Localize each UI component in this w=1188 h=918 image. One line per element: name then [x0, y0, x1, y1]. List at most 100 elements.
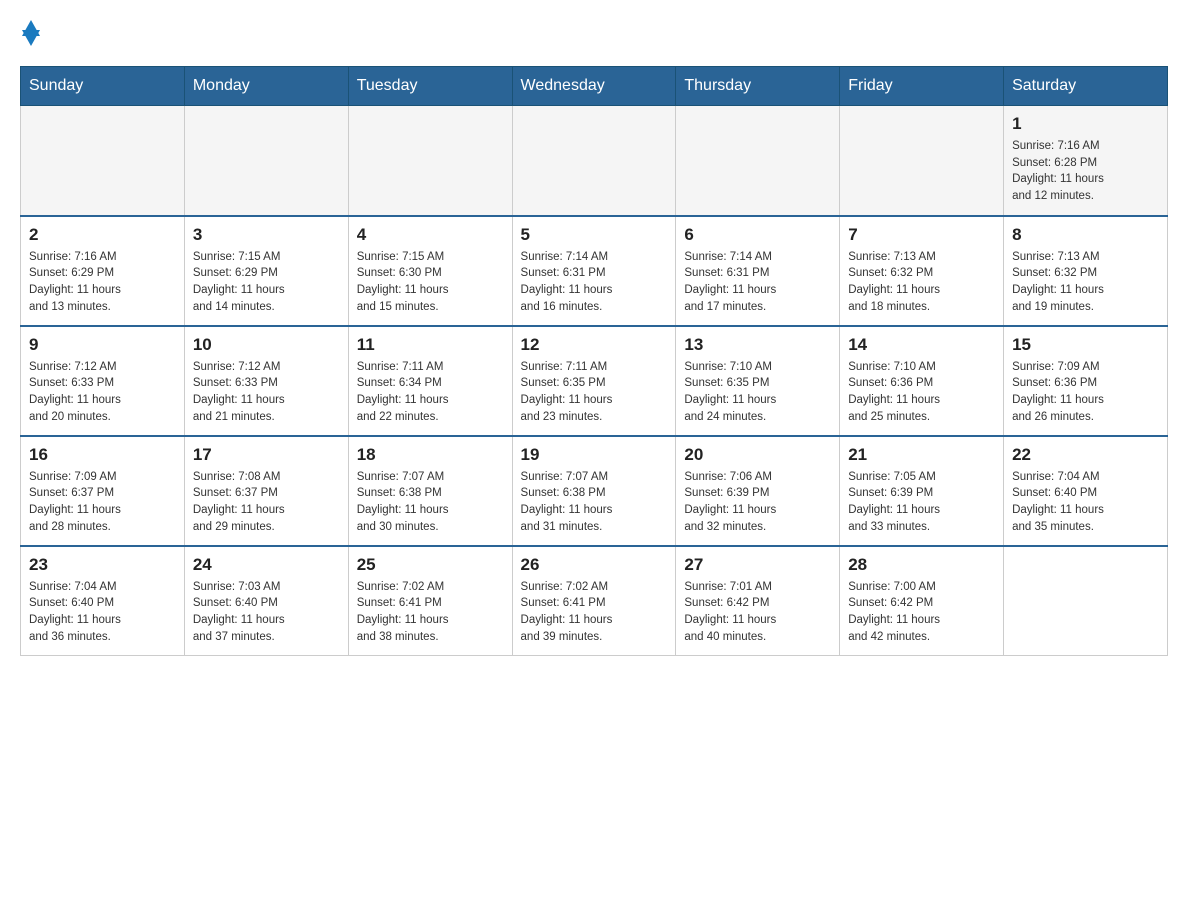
- day-cell: [512, 106, 676, 216]
- day-info: Sunrise: 7:14 AM Sunset: 6:31 PM Dayligh…: [521, 249, 668, 316]
- day-info: Sunrise: 7:10 AM Sunset: 6:36 PM Dayligh…: [848, 359, 995, 426]
- day-cell: 27 Sunrise: 7:01 AM Sunset: 6:42 PM Dayli…: [676, 546, 840, 656]
- day-cell: 1 Sunrise: 7:16 AM Sunset: 6:28 PM Daylig…: [1004, 106, 1168, 216]
- day-cell: 21Sunrise: 7:05 AM Sunset: 6:39 PM Dayli…: [840, 436, 1004, 546]
- day-info: Sunrise: 7:07 AM Sunset: 6:38 PM Dayligh…: [521, 469, 668, 536]
- day-number: 19: [521, 445, 668, 465]
- day-cell: 9 Sunrise: 7:12 AM Sunset: 6:33 PM Daylig…: [21, 326, 185, 436]
- day-cell: [184, 106, 348, 216]
- week-row-1: 2 Sunrise: 7:16 AM Sunset: 6:29 PM Daylig…: [21, 216, 1168, 326]
- day-cell: [21, 106, 185, 216]
- day-number: 28: [848, 555, 995, 575]
- day-info: Sunrise: 7:11 AM Sunset: 6:34 PM Dayligh…: [357, 359, 504, 426]
- day-cell: 15 Sunrise: 7:09 AM Sunset: 6:36 PM Dayli…: [1004, 326, 1168, 436]
- day-number: 24: [193, 555, 340, 575]
- day-cell: 6 Sunrise: 7:14 AM Sunset: 6:31 PM Daylig…: [676, 216, 840, 326]
- day-number: 3: [193, 225, 340, 245]
- day-number: 27: [684, 555, 831, 575]
- day-cell: [1004, 546, 1168, 656]
- day-info: Sunrise: 7:16 AM Sunset: 6:28 PM Dayligh…: [1012, 138, 1159, 205]
- day-number: 7: [848, 225, 995, 245]
- day-number: 17: [193, 445, 340, 465]
- day-cell: 4 Sunrise: 7:15 AM Sunset: 6:30 PM Daylig…: [348, 216, 512, 326]
- day-info: Sunrise: 7:14 AM Sunset: 6:31 PM Dayligh…: [684, 249, 831, 316]
- day-info: Sunrise: 7:04 AM Sunset: 6:40 PM Dayligh…: [29, 579, 176, 646]
- week-row-2: 9 Sunrise: 7:12 AM Sunset: 6:33 PM Daylig…: [21, 326, 1168, 436]
- day-cell: 5 Sunrise: 7:14 AM Sunset: 6:31 PM Daylig…: [512, 216, 676, 326]
- day-cell: 18 Sunrise: 7:07 AM Sunset: 6:38 PM Dayli…: [348, 436, 512, 546]
- day-info: Sunrise: 7:06 AM Sunset: 6:39 PM Dayligh…: [684, 469, 831, 536]
- day-number: 13: [684, 335, 831, 355]
- day-info: Sunrise: 7:11 AM Sunset: 6:35 PM Dayligh…: [521, 359, 668, 426]
- day-cell: 22 Sunrise: 7:04 AM Sunset: 6:40 PM Dayli…: [1004, 436, 1168, 546]
- day-cell: 17 Sunrise: 7:08 AM Sunset: 6:37 PM Dayli…: [184, 436, 348, 546]
- day-number: 22: [1012, 445, 1159, 465]
- weekday-header-tuesday: Tuesday: [348, 67, 512, 106]
- week-row-3: 16 Sunrise: 7:09 AM Sunset: 6:37 PM Dayli…: [21, 436, 1168, 546]
- weekday-header-wednesday: Wednesday: [512, 67, 676, 106]
- day-number: 2: [29, 225, 176, 245]
- day-cell: 14 Sunrise: 7:10 AM Sunset: 6:36 PM Dayli…: [840, 326, 1004, 436]
- day-cell: [840, 106, 1004, 216]
- page-header: [20, 20, 1168, 46]
- logo: [20, 20, 40, 46]
- day-number: 10: [193, 335, 340, 355]
- day-cell: 20Sunrise: 7:06 AM Sunset: 6:39 PM Dayli…: [676, 436, 840, 546]
- day-number: 12: [521, 335, 668, 355]
- day-cell: 23 Sunrise: 7:04 AM Sunset: 6:40 PM Dayli…: [21, 546, 185, 656]
- day-cell: 24 Sunrise: 7:03 AM Sunset: 6:40 PM Dayli…: [184, 546, 348, 656]
- day-info: Sunrise: 7:12 AM Sunset: 6:33 PM Dayligh…: [29, 359, 176, 426]
- day-info: Sunrise: 7:02 AM Sunset: 6:41 PM Dayligh…: [357, 579, 504, 646]
- weekday-header-monday: Monday: [184, 67, 348, 106]
- day-info: Sunrise: 7:08 AM Sunset: 6:37 PM Dayligh…: [193, 469, 340, 536]
- day-info: Sunrise: 7:10 AM Sunset: 6:35 PM Dayligh…: [684, 359, 831, 426]
- day-cell: 11 Sunrise: 7:11 AM Sunset: 6:34 PM Dayli…: [348, 326, 512, 436]
- day-number: 23: [29, 555, 176, 575]
- calendar-table: SundayMondayTuesdayWednesdayThursdayFrid…: [20, 66, 1168, 656]
- day-info: Sunrise: 7:13 AM Sunset: 6:32 PM Dayligh…: [1012, 249, 1159, 316]
- day-cell: 2 Sunrise: 7:16 AM Sunset: 6:29 PM Daylig…: [21, 216, 185, 326]
- day-cell: 7 Sunrise: 7:13 AM Sunset: 6:32 PM Daylig…: [840, 216, 1004, 326]
- day-info: Sunrise: 7:00 AM Sunset: 6:42 PM Dayligh…: [848, 579, 995, 646]
- day-cell: 25 Sunrise: 7:02 AM Sunset: 6:41 PM Dayli…: [348, 546, 512, 656]
- day-info: Sunrise: 7:09 AM Sunset: 6:37 PM Dayligh…: [29, 469, 176, 536]
- day-number: 11: [357, 335, 504, 355]
- day-cell: 13 Sunrise: 7:10 AM Sunset: 6:35 PM Dayli…: [676, 326, 840, 436]
- day-number: 15: [1012, 335, 1159, 355]
- day-cell: 12 Sunrise: 7:11 AM Sunset: 6:35 PM Dayli…: [512, 326, 676, 436]
- day-info: Sunrise: 7:02 AM Sunset: 6:41 PM Dayligh…: [521, 579, 668, 646]
- day-cell: 26 Sunrise: 7:02 AM Sunset: 6:41 PM Dayli…: [512, 546, 676, 656]
- day-number: 6: [684, 225, 831, 245]
- day-number: 16: [29, 445, 176, 465]
- week-row-0: 1 Sunrise: 7:16 AM Sunset: 6:28 PM Daylig…: [21, 106, 1168, 216]
- day-number: 5: [521, 225, 668, 245]
- day-number: 1: [1012, 114, 1159, 134]
- day-info: Sunrise: 7:15 AM Sunset: 6:29 PM Dayligh…: [193, 249, 340, 316]
- day-info: Sunrise: 7:15 AM Sunset: 6:30 PM Dayligh…: [357, 249, 504, 316]
- day-number: 25: [357, 555, 504, 575]
- day-cell: 28 Sunrise: 7:00 AM Sunset: 6:42 PM Dayli…: [840, 546, 1004, 656]
- day-number: 14: [848, 335, 995, 355]
- week-row-4: 23 Sunrise: 7:04 AM Sunset: 6:40 PM Dayli…: [21, 546, 1168, 656]
- weekday-header-sunday: Sunday: [21, 67, 185, 106]
- day-info: Sunrise: 7:16 AM Sunset: 6:29 PM Dayligh…: [29, 249, 176, 316]
- day-number: 4: [357, 225, 504, 245]
- day-number: 26: [521, 555, 668, 575]
- day-number: 8: [1012, 225, 1159, 245]
- weekday-header-thursday: Thursday: [676, 67, 840, 106]
- day-cell: 10Sunrise: 7:12 AM Sunset: 6:33 PM Dayli…: [184, 326, 348, 436]
- weekday-header-friday: Friday: [840, 67, 1004, 106]
- weekday-header-row: SundayMondayTuesdayWednesdayThursdayFrid…: [21, 67, 1168, 106]
- day-cell: 16 Sunrise: 7:09 AM Sunset: 6:37 PM Dayli…: [21, 436, 185, 546]
- day-info: Sunrise: 7:01 AM Sunset: 6:42 PM Dayligh…: [684, 579, 831, 646]
- day-info: Sunrise: 7:07 AM Sunset: 6:38 PM Dayligh…: [357, 469, 504, 536]
- day-info: Sunrise: 7:03 AM Sunset: 6:40 PM Dayligh…: [193, 579, 340, 646]
- day-number: 9: [29, 335, 176, 355]
- day-info: Sunrise: 7:04 AM Sunset: 6:40 PM Dayligh…: [1012, 469, 1159, 536]
- day-info: Sunrise: 7:09 AM Sunset: 6:36 PM Dayligh…: [1012, 359, 1159, 426]
- day-info: Sunrise: 7:05 AM Sunset: 6:39 PM Dayligh…: [848, 469, 995, 536]
- weekday-header-saturday: Saturday: [1004, 67, 1168, 106]
- day-info: Sunrise: 7:13 AM Sunset: 6:32 PM Dayligh…: [848, 249, 995, 316]
- day-number: 18: [357, 445, 504, 465]
- day-cell: 19 Sunrise: 7:07 AM Sunset: 6:38 PM Dayli…: [512, 436, 676, 546]
